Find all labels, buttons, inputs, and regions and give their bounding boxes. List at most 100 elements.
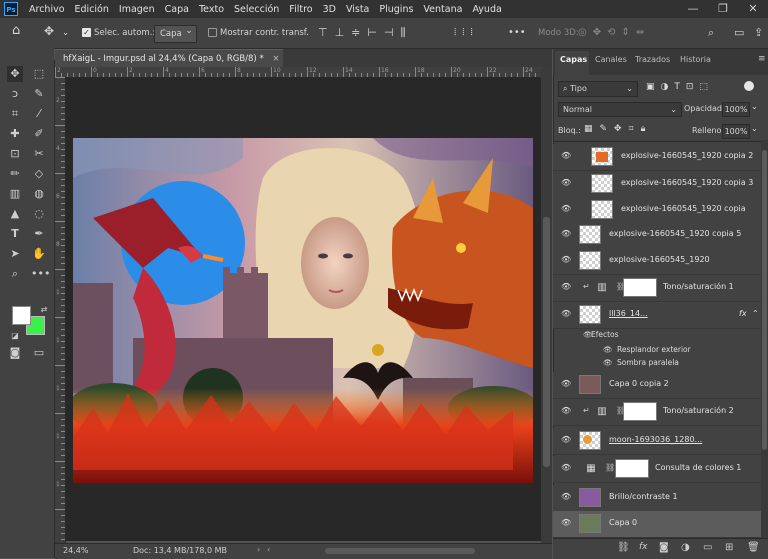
quick-select-tool-icon[interactable]: ✎ — [31, 86, 47, 102]
horizontal-ruler[interactable]: 2 0 2 4 6 8 10 12 14 16 18 20 22 24 — [55, 67, 541, 78]
screen-mode-icon[interactable]: ▭ — [31, 345, 47, 361]
visibility-eye-icon[interactable]: 👁︎ — [561, 310, 571, 318]
collapse-effects-icon[interactable]: ⌃ — [752, 309, 759, 318]
menu-item[interactable]: Capa — [160, 4, 194, 15]
layer-row[interactable]: 👁︎ ↵ ▥ ⛓︎ Tono/saturación 2 — [553, 399, 761, 426]
opacity-dropdown-icon[interactable]: ⌄ — [751, 102, 758, 111]
visibility-eye-icon[interactable]: 👁︎ — [561, 436, 571, 444]
blur-tool-icon[interactable]: ◍ — [31, 186, 47, 202]
show-transform-checkbox[interactable]: Mostrar contr. transf. — [208, 25, 309, 41]
document-image[interactable] — [73, 138, 533, 483]
visibility-eye-icon[interactable]: 👁︎ — [561, 519, 571, 527]
menu-item[interactable]: Vista — [341, 4, 374, 15]
menu-item[interactable]: 3D — [318, 4, 341, 15]
info-arrow-icon[interactable]: › — [257, 545, 260, 554]
fx-button-icon[interactable]: fx — [639, 542, 648, 552]
history-brush-icon[interactable]: ✂ — [31, 146, 47, 162]
effect-row[interactable]: 👁︎ Sombra paralela — [553, 358, 761, 372]
vertical-ruler[interactable]: 2 4 6 8 1 1 1 1 1 — [55, 77, 66, 543]
brush-tool-icon[interactable]: ✐ — [31, 126, 47, 142]
eraser-tool-icon[interactable]: ◇ — [31, 166, 47, 182]
move-tool-icon[interactable]: ✥ — [7, 66, 23, 82]
layer-row[interactable]: 👁︎ ▦ ⛓︎ Consulta de colores 1 — [553, 456, 761, 483]
healing-brush-icon[interactable]: ✚ — [7, 126, 23, 142]
visibility-eye-icon[interactable]: 👁︎ — [561, 230, 571, 238]
visibility-eye-icon[interactable]: 👁︎ — [561, 407, 571, 415]
layer-row[interactable]: 👁︎ explosive-1660545_1920 — [553, 248, 761, 275]
new-layer-icon[interactable]: ⊞ — [725, 542, 733, 553]
lasso-tool-icon[interactable]: ↄ — [7, 86, 23, 102]
minimize-button[interactable]: — — [678, 0, 708, 18]
lock-icons[interactable]: ▦✎✥⌗🔒︎ — [584, 124, 652, 134]
menu-item[interactable]: Texto — [194, 4, 229, 15]
menu-item[interactable]: Selección — [229, 4, 284, 15]
share-icon[interactable]: ⇪ — [754, 25, 763, 41]
layer-row[interactable]: 👁︎ moon-1693036_1280... — [553, 428, 761, 455]
add-mask-icon[interactable]: ◙ — [659, 542, 669, 553]
close-window-button[interactable]: ✕ — [738, 0, 768, 18]
tab-trazados[interactable]: Trazados — [635, 55, 670, 64]
link-layers-icon[interactable]: ⛓︎ — [617, 542, 630, 553]
layer-row[interactable]: 👁︎ explosive-1660545_1920 copia 2 — [553, 144, 761, 171]
close-document-icon[interactable]: × — [272, 54, 279, 64]
crop-tool-icon[interactable]: ⌗ — [7, 106, 23, 122]
fill-dropdown-icon[interactable]: ⌄ — [751, 124, 758, 133]
fill-input[interactable]: 100% — [722, 124, 750, 139]
zoom-level[interactable]: 24,4% — [63, 546, 88, 555]
layer-row[interactable]: 👁︎ Brillo/contraste 1 — [553, 485, 761, 512]
pen-tool-icon[interactable]: ✒ — [31, 226, 47, 242]
menu-item[interactable]: Filtro — [284, 4, 317, 15]
layer-row[interactable]: 👁︎ Capa 0 copia 2 — [553, 372, 761, 399]
effect-row[interactable]: 👁︎ Resplandor exterior — [553, 345, 761, 359]
menu-item[interactable]: Archivo — [24, 4, 70, 15]
menu-item[interactable]: Plugins — [374, 4, 418, 15]
tab-capas[interactable]: Capas — [560, 55, 587, 64]
tab-historia[interactable]: Historia — [680, 55, 711, 64]
layer-row[interactable]: 👁︎ ↵ ▥ ⛓︎ Tono/saturación 1 — [553, 275, 761, 302]
stamp-tool-icon[interactable]: ⊡ — [7, 146, 23, 162]
search-icon[interactable]: ⌕ — [708, 25, 714, 41]
marquee-tool-icon[interactable]: ⬚ — [31, 66, 47, 82]
visibility-eye-icon[interactable]: 👁︎ — [561, 256, 571, 264]
vertical-scrollbar[interactable] — [541, 67, 552, 543]
effect-eye-icon[interactable]: 👁︎ — [603, 358, 613, 367]
layer-filter-dropdown[interactable]: ⌕ Tipo ⌄ — [558, 81, 638, 97]
filter-toggle[interactable] — [744, 81, 754, 91]
visibility-eye-icon[interactable]: 👁︎ — [561, 464, 571, 472]
document-tab[interactable]: hfXaigL - Imgur.psd al 24,4% (Capa 0, RG… — [55, 49, 283, 67]
sharpen-tool-icon[interactable]: ◌ — [31, 206, 47, 222]
gradient-tool-icon[interactable]: ▥ — [7, 186, 23, 202]
foreground-color-swatch[interactable] — [12, 306, 31, 325]
visibility-eye-icon[interactable]: 👁︎ — [561, 179, 571, 187]
more-tools-icon[interactable]: ••• — [31, 266, 50, 282]
tool-preset-dropdown[interactable]: ⌄ — [62, 25, 69, 41]
new-group-icon[interactable]: ▭ — [703, 542, 712, 553]
path-select-icon[interactable]: ➤ — [7, 246, 23, 262]
move-tool-icon[interactable]: ✥ — [44, 23, 54, 39]
blend-mode-dropdown[interactable]: Normal ⌄ — [558, 102, 682, 117]
hand-tool-icon[interactable]: ✋ — [31, 246, 47, 262]
swap-colors-icon[interactable]: ⇄ — [36, 302, 52, 318]
trash-icon[interactable]: 🗑︎ — [747, 542, 760, 553]
panel-menu-icon[interactable]: ≡ — [758, 54, 766, 64]
effect-eye-icon[interactable]: 👁︎ — [603, 345, 613, 354]
home-icon[interactable]: ⌂ — [12, 23, 20, 39]
eyedropper-tool-icon[interactable]: ⁄ — [31, 106, 47, 122]
tab-canales[interactable]: Canales — [595, 55, 627, 64]
layers-scrollbar[interactable] — [761, 140, 768, 538]
horizontal-scrollbar-thumb[interactable] — [325, 548, 475, 554]
fx-icon[interactable]: fx — [739, 309, 747, 318]
adjustment-layer-icon[interactable]: ◑ — [681, 542, 690, 553]
3d-mode-icons[interactable]: ◎✥⟲⇕⇔ — [578, 25, 650, 41]
autoselect-dropdown[interactable]: Capa — [154, 23, 197, 43]
workspace-icon[interactable]: ▭ — [734, 25, 744, 41]
visibility-eye-icon[interactable]: 👁︎ — [561, 493, 571, 501]
layer-row[interactable]: 👁︎ explosive-1660545_1920 copia 5 — [553, 222, 761, 249]
type-tool-icon[interactable]: T — [7, 226, 23, 242]
visibility-eye-icon[interactable]: 👁︎ — [561, 152, 571, 160]
menu-item[interactable]: Edición — [70, 4, 114, 15]
autoselect-checkbox[interactable]: ✓ Selec. autom.: — [82, 25, 155, 41]
zoom-tool-icon[interactable]: ⌕ — [7, 266, 23, 282]
layer-row[interactable]: 👁︎ lll36_14... fx ⌃ — [553, 302, 761, 329]
visibility-eye-icon[interactable]: 👁︎ — [561, 283, 571, 291]
